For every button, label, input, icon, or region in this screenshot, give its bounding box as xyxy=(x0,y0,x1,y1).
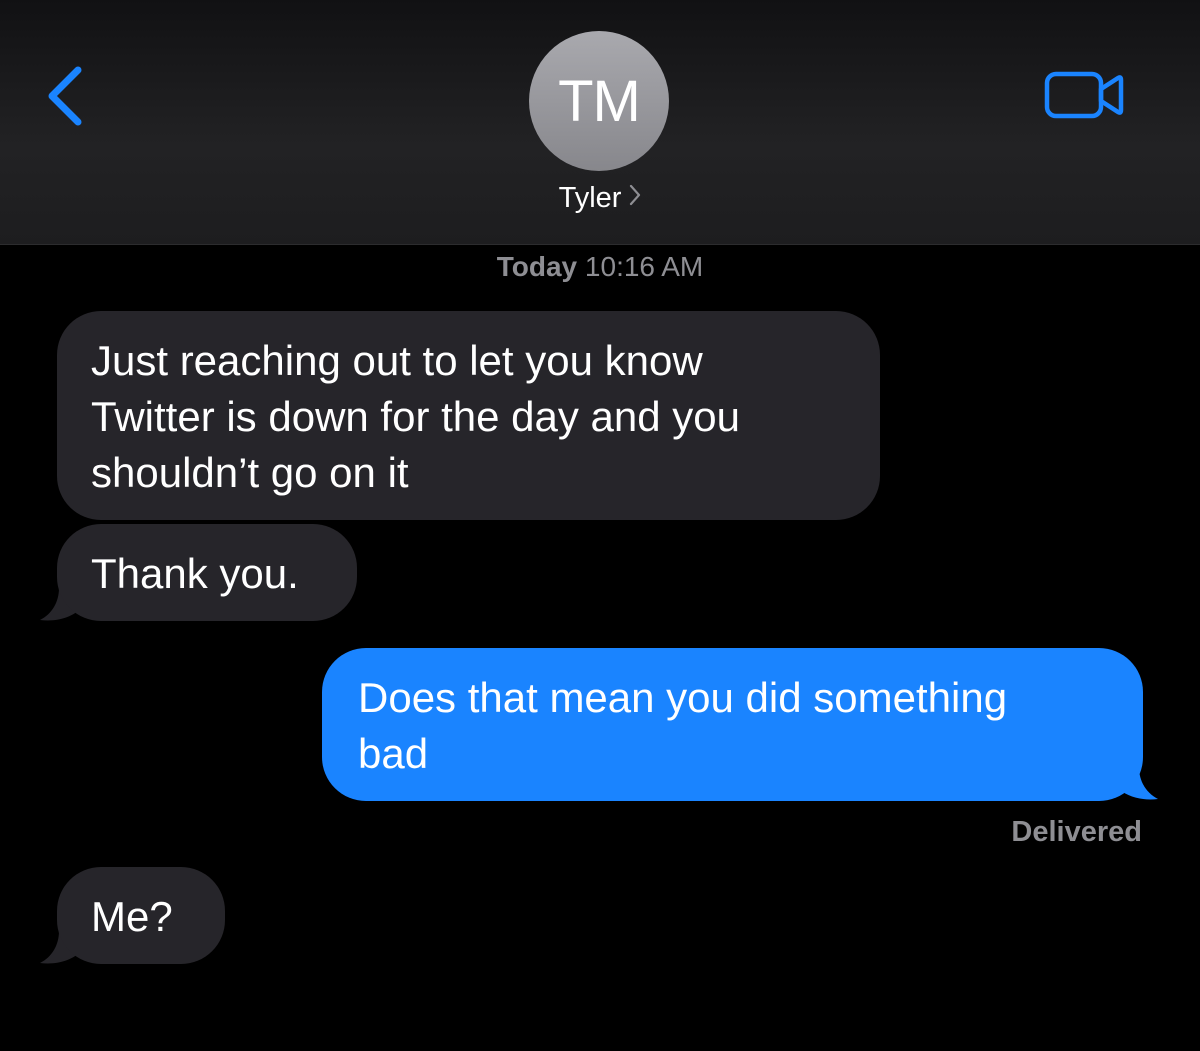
timestamp-day: Today xyxy=(496,251,578,282)
delivered-status: Delivered xyxy=(1011,816,1142,848)
video-camera-icon xyxy=(1044,71,1124,119)
avatar-initials: TM xyxy=(558,68,641,134)
facetime-video-button[interactable] xyxy=(1040,66,1130,126)
message-text: Thank you. xyxy=(91,550,299,597)
incoming-message-bubble[interactable]: Thank you. xyxy=(57,524,357,621)
incoming-message-bubble[interactable]: Just reaching out to let you know Twitte… xyxy=(57,311,880,520)
chevron-left-icon xyxy=(48,66,82,126)
message-text: Just reaching out to let you know Twitte… xyxy=(91,337,741,496)
message-text: Does that mean you did something bad xyxy=(358,674,1008,777)
incoming-message-bubble[interactable]: Me? xyxy=(57,867,225,964)
contact-name-button[interactable]: Tyler xyxy=(0,182,1200,216)
timestamp-time: 10:16 AM xyxy=(584,251,704,282)
conversation-header: TM Tyler xyxy=(0,0,1200,245)
chevron-right-icon xyxy=(629,181,641,214)
avatar[interactable]: TM xyxy=(529,31,669,171)
outgoing-message-bubble[interactable]: Does that mean you did something bad xyxy=(322,648,1143,801)
contact-name: Tyler xyxy=(558,182,622,214)
message-text: Me? xyxy=(91,893,173,940)
message-timestamp: Today 10:16 AM xyxy=(0,251,1200,283)
back-button[interactable] xyxy=(38,60,98,132)
